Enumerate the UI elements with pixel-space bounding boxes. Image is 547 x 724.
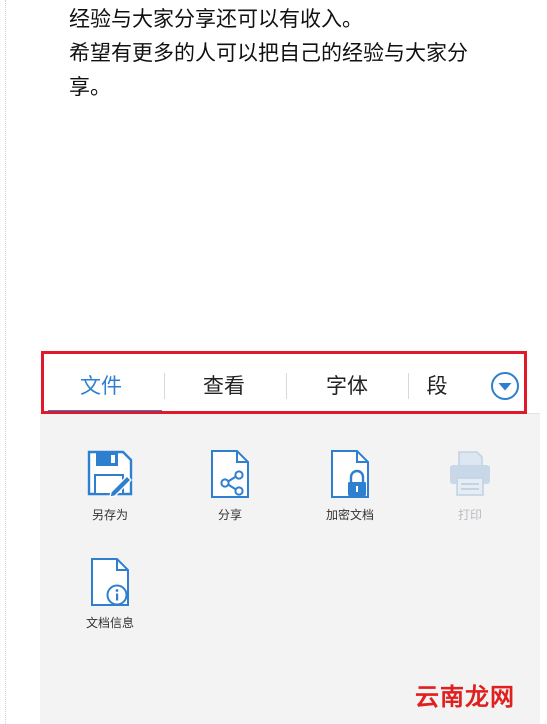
ribbon-tab-bar: 文件 查看 字体 段 [40, 357, 540, 414]
print-label: 打印 [457, 508, 482, 522]
tab-font-label: 字体 [326, 374, 368, 398]
document-info-icon [91, 558, 129, 606]
tab-paragraph[interactable]: 段 [397, 357, 477, 413]
chevron-down-circle-icon[interactable] [490, 371, 520, 401]
document-info-button[interactable]: 文档信息 [60, 556, 160, 631]
lock-document-icon [331, 450, 369, 498]
share-button[interactable]: 分享 [180, 448, 280, 523]
print-button[interactable]: 打印 [420, 448, 520, 523]
page-margin-guide [5, 0, 6, 724]
share-label: 分享 [217, 508, 242, 522]
save-as-icon [87, 450, 133, 498]
tab-file-label: 文件 [80, 374, 122, 398]
tab-paragraph-label: 段 [426, 374, 448, 398]
save-as-button[interactable]: 另存为 [60, 448, 160, 523]
encrypt-document-button[interactable]: 加密文档 [300, 448, 400, 523]
tab-view[interactable]: 查看 [163, 357, 285, 413]
print-icon [450, 451, 490, 496]
active-tab-indicator [48, 410, 162, 413]
share-icon [211, 450, 249, 498]
tab-font[interactable]: 字体 [286, 357, 408, 413]
document-line: 希望有更多的人可以把自己的经验与大家分 [69, 41, 468, 65]
encrypt-document-label: 加密文档 [325, 508, 374, 522]
tab-view-label: 查看 [203, 374, 245, 398]
save-as-label: 另存为 [91, 508, 128, 522]
document-info-label: 文档信息 [85, 616, 134, 630]
document-line: 经验与大家分享还可以有收入。 [69, 7, 363, 31]
document-line: 享。 [69, 75, 111, 99]
tab-file[interactable]: 文件 [40, 357, 162, 413]
watermark-logo: 云南龙网 [415, 683, 515, 711]
document-body: 经验与大家分享还可以有收入。 希望有更多的人可以把自己的经验与大家分 享。 [69, 2, 539, 104]
